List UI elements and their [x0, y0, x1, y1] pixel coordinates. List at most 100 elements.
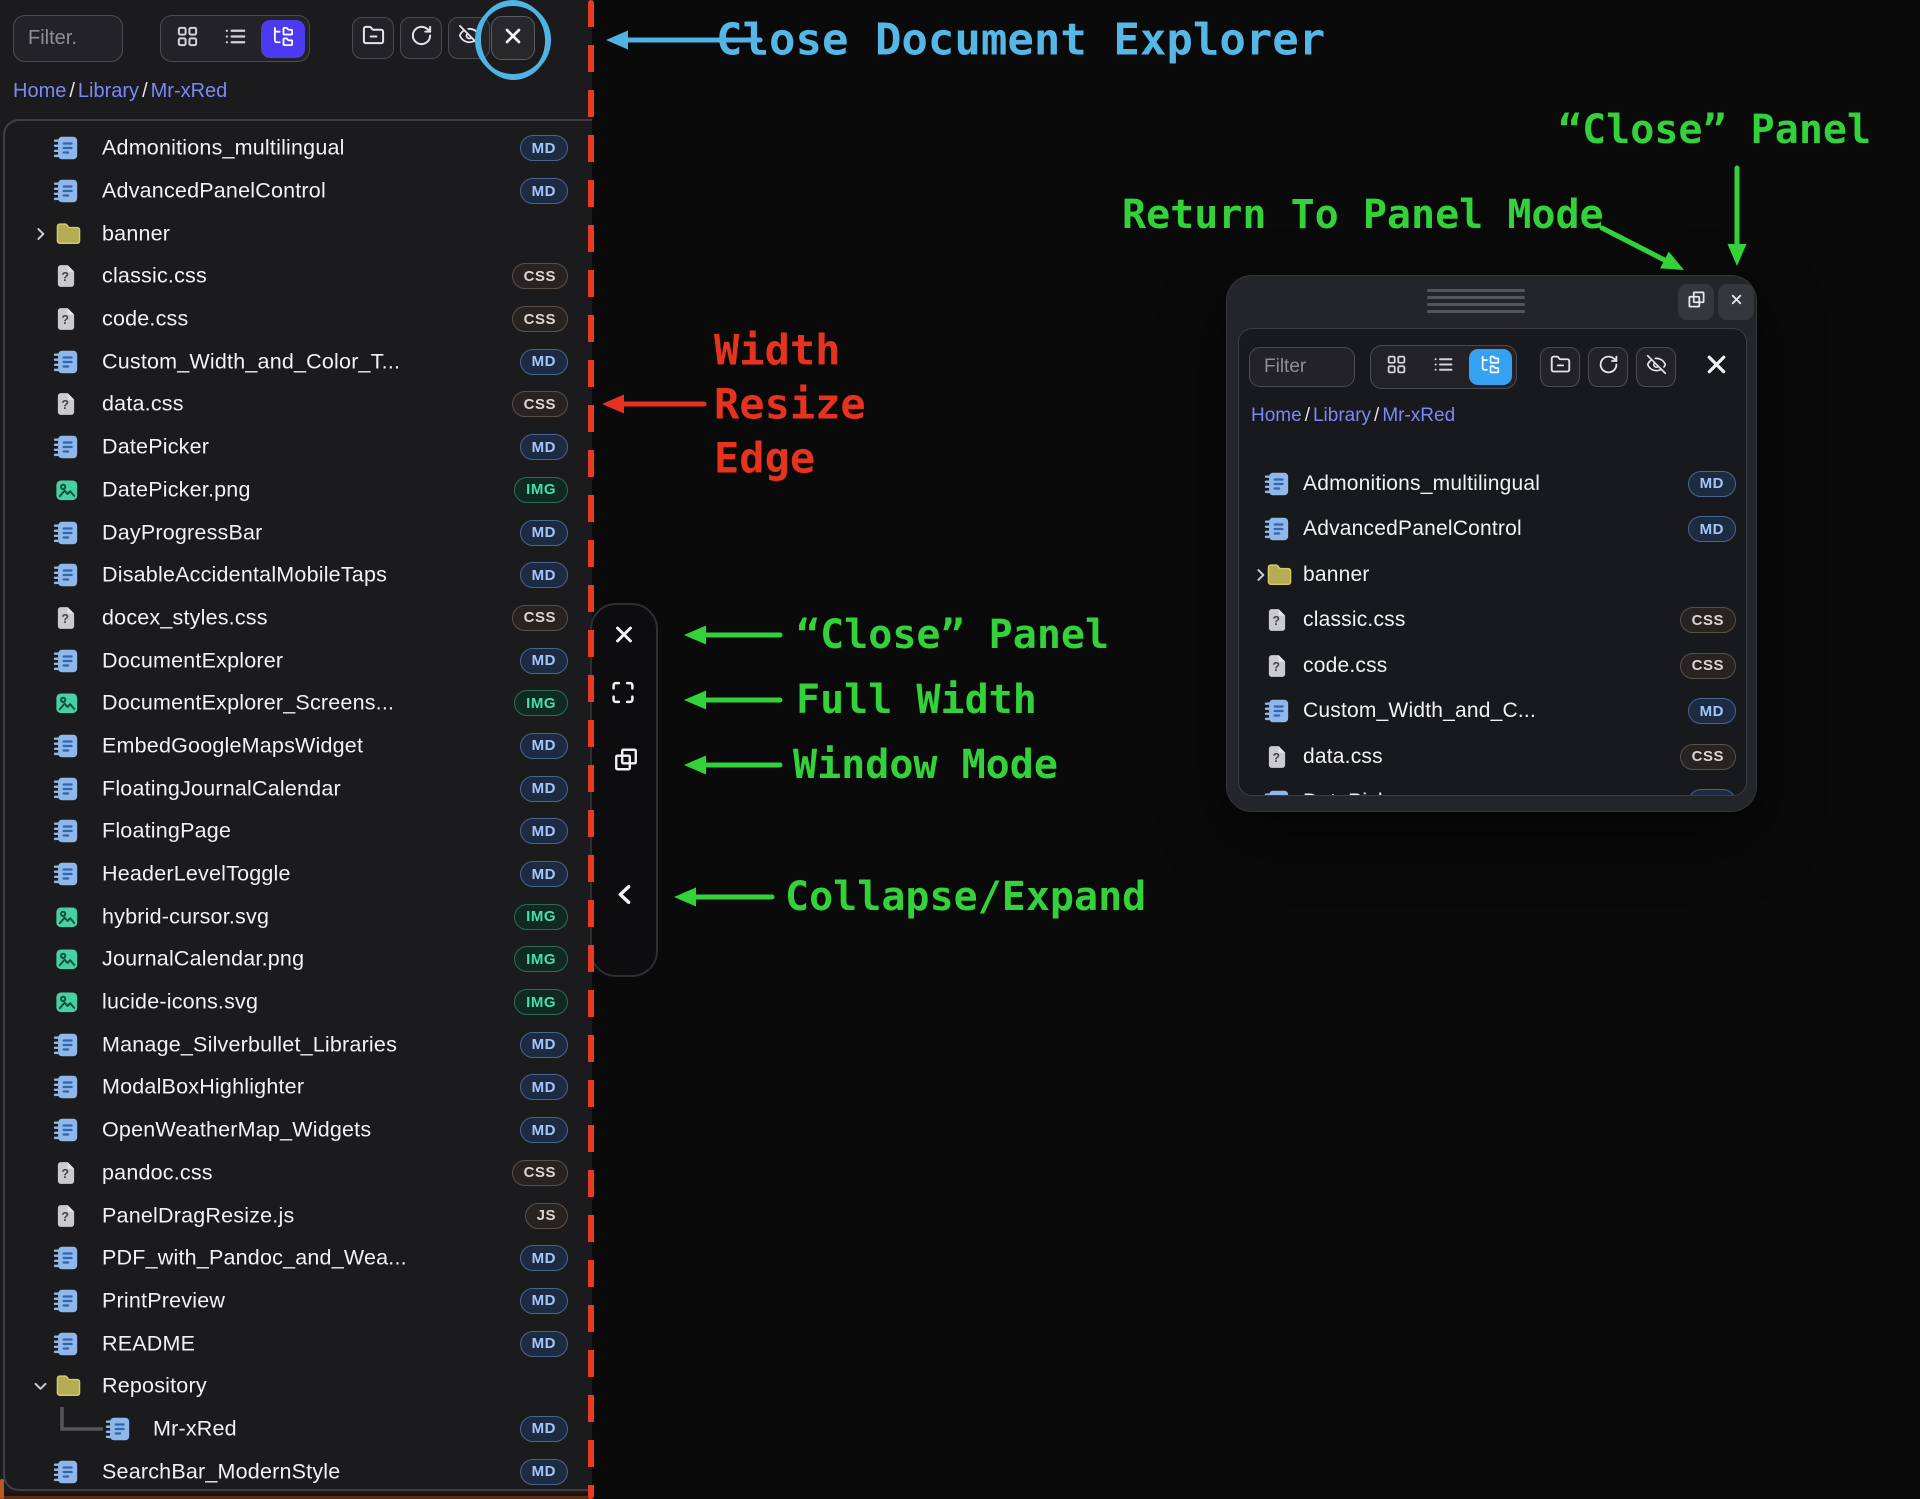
file-row[interactable]: PDF_with_Pandoc_and_Wea...MD [5, 1237, 592, 1280]
file-row[interactable]: FloatingPageMD [5, 810, 592, 853]
file-row[interactable]: ? docex_styles.cssCSS [5, 597, 592, 640]
file-row[interactable]: Admonitions_multilingualMD [5, 127, 592, 170]
tree-view-button[interactable] [261, 20, 305, 58]
refresh-button[interactable] [400, 17, 442, 59]
panel-controls-pill [590, 603, 658, 977]
file-row[interactable]: OpenWeatherMap_WidgetsMD [5, 1109, 592, 1152]
notebook-icon [53, 1457, 80, 1487]
list-view-button[interactable] [213, 20, 257, 58]
file-type-badge: MD [1688, 471, 1736, 497]
file-row[interactable]: DatePickerMD [5, 426, 592, 469]
file-row[interactable]: DisableAccidentalMobileTapsMD [5, 554, 592, 597]
chevron-left-icon [613, 882, 638, 912]
hide-button[interactable] [448, 17, 490, 59]
file-row[interactable]: ? pandoc.cssCSS [5, 1152, 592, 1195]
filter-input[interactable] [13, 15, 123, 62]
close-explorer-button[interactable] [1694, 345, 1738, 389]
file-row[interactable]: DocumentExplorerMD [5, 639, 592, 682]
breadcrumb-library[interactable]: Library [78, 80, 139, 102]
file-row[interactable]: ? code.cssCSS [5, 298, 592, 341]
file-row[interactable]: Repository [5, 1365, 592, 1408]
file-name: PanelDragResize.js [102, 1203, 294, 1228]
file-row[interactable]: DayProgressBarMD [5, 511, 592, 554]
breadcrumb-mr-xred[interactable]: Mr-xRed [151, 80, 228, 102]
file-name: Manage_Silverbullet_Libraries [102, 1032, 397, 1057]
file-row[interactable]: hybrid-cursor.svgIMG [5, 895, 592, 938]
file-row[interactable]: ? PanelDragResize.jsJS [5, 1194, 592, 1237]
breadcrumb-mr-xred[interactable]: Mr-xRed [1382, 405, 1455, 426]
file-row[interactable]: banner [5, 212, 592, 255]
file-row[interactable]: ModalBoxHighlighterMD [5, 1066, 592, 1109]
svg-text:?: ? [1272, 614, 1280, 628]
breadcrumb-library[interactable]: Library [1313, 405, 1371, 426]
file-name: code.css [102, 307, 188, 332]
chevron-right-icon[interactable] [32, 225, 49, 242]
image-icon [53, 902, 80, 931]
svg-text:?: ? [61, 399, 69, 413]
full-width-button[interactable] [611, 680, 636, 710]
file-row[interactable]: SearchBar_ModernStyleMD [5, 1450, 592, 1491]
file-row[interactable]: lucide-icons.svgIMG [5, 981, 592, 1024]
drag-handle[interactable] [1427, 289, 1525, 292]
hide-button[interactable] [1636, 347, 1676, 387]
close-window-button[interactable] [1718, 284, 1754, 320]
grid-view-button[interactable] [1375, 349, 1418, 385]
file-type-badge: MD [520, 1245, 568, 1271]
collapse-expand-button[interactable] [613, 882, 638, 912]
return-to-panel-mode-button[interactable] [1678, 284, 1714, 320]
file-name: Admonitions_multilingual [1303, 472, 1540, 496]
width-resize-edge[interactable] [588, 0, 594, 1499]
floating-explorer-window: Home/Library/Mr-xRed Admonitions_multili… [1226, 275, 1757, 812]
notebook-icon [105, 1414, 132, 1444]
refresh-button[interactable] [1588, 347, 1628, 387]
file-row[interactable]: ? classic.cssCSS [5, 255, 592, 298]
file-row[interactable]: ? classic.cssCSS [1239, 598, 1746, 644]
file-row[interactable]: Manage_Silverbullet_LibrariesMD [5, 1023, 592, 1066]
file-row[interactable]: READMEMD [5, 1322, 592, 1365]
image-icon [53, 475, 80, 504]
tree-view-button[interactable] [1469, 349, 1512, 385]
file-list-panel: Admonitions_multilingualMD AdvancedPanel… [3, 119, 592, 1491]
window-mode-button[interactable] [613, 747, 639, 778]
file-row[interactable]: FloatingJournalCalendarMD [5, 767, 592, 810]
breadcrumb-home[interactable]: Home [13, 80, 66, 102]
close-panel-button[interactable] [611, 622, 637, 653]
new-folder-button[interactable] [1540, 347, 1580, 387]
file-row[interactable]: HeaderLevelToggleMD [5, 853, 592, 896]
file-row[interactable]: AdvancedPanelControlMD [1239, 507, 1746, 553]
file-row[interactable]: DatePicker.pngIMG [5, 469, 592, 512]
annotation-close-panel: “Close” Panel [796, 612, 1109, 658]
file-row[interactable]: ? code.cssCSS [1239, 643, 1746, 689]
file-type-badge: MD [520, 733, 568, 759]
file-row[interactable]: ? data.cssCSS [5, 383, 592, 426]
file-row[interactable]: Custom_Width_and_Color_T...MD [5, 340, 592, 383]
notebook-icon [53, 1329, 80, 1359]
refresh-icon [410, 24, 433, 52]
grid-icon [176, 25, 199, 53]
file-type-badge: IMG [514, 946, 568, 972]
grid-view-button[interactable] [165, 20, 209, 58]
refresh-icon [1598, 354, 1619, 380]
file-row[interactable]: DocumentExplorer_Screens...IMG [5, 682, 592, 725]
file-row[interactable]: Mr-xRedMD [5, 1408, 592, 1451]
file-row[interactable]: Admonitions_multilingual MD [1239, 461, 1746, 507]
breadcrumb-home[interactable]: Home [1251, 405, 1302, 426]
file-row[interactable]: JournalCalendar.pngIMG [5, 938, 592, 981]
file-row[interactable]: banner [1239, 552, 1746, 598]
file-type-badge: MD [520, 1331, 568, 1357]
chevron-down-icon[interactable] [32, 1378, 49, 1395]
list-view-button[interactable] [1422, 349, 1465, 385]
file-name: code.css [1303, 654, 1387, 678]
file-row[interactable]: PrintPreviewMD [5, 1280, 592, 1323]
file-row[interactable]: Custom_Width_and_C...MD [1239, 689, 1746, 735]
file-row[interactable]: EmbedGoogleMapsWidgetMD [5, 725, 592, 768]
breadcrumb: Home/Library/Mr-xRed [1251, 405, 1455, 427]
file-row[interactable]: ? data.cssCSS [1239, 734, 1746, 780]
file-row[interactable]: DatePickerMD [1239, 780, 1746, 797]
close-explorer-button[interactable] [491, 16, 535, 60]
new-folder-button[interactable] [352, 17, 394, 59]
file-row[interactable]: AdvancedPanelControlMD [5, 170, 592, 213]
file-name: classic.css [1303, 608, 1406, 632]
filter-input[interactable] [1249, 347, 1355, 387]
file-type-badge: CSS [512, 306, 568, 332]
